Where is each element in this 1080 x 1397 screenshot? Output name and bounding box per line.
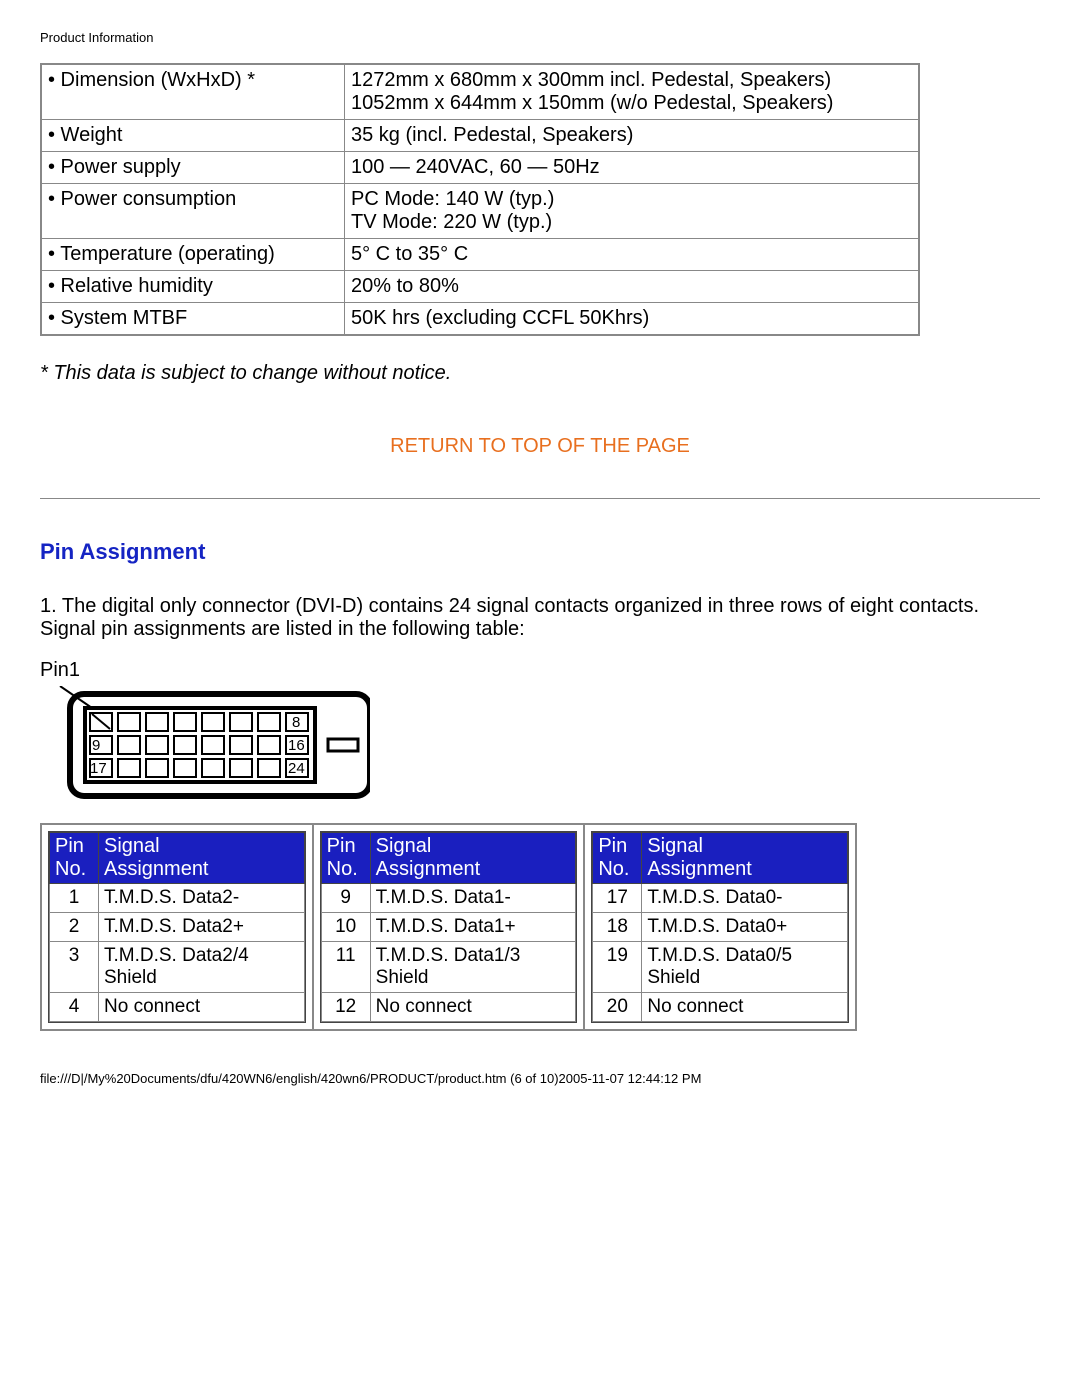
- pin-number: 1: [50, 884, 99, 913]
- spec-label: • Relative humidity: [41, 271, 345, 303]
- spec-value: 20% to 80%: [345, 271, 920, 303]
- spec-label: • Dimension (WxHxD) *: [41, 64, 345, 120]
- pin-assignment-intro: 1. The digital only connector (DVI-D) co…: [40, 595, 1040, 641]
- page-header: Product Information: [40, 30, 1040, 45]
- table-row: 12No connect: [321, 993, 576, 1022]
- pin-assignment-table: PinNo.SignalAssignment1T.M.D.S. Data2-2T…: [40, 823, 857, 1031]
- svg-text:24: 24: [288, 760, 305, 777]
- spec-label: • Weight: [41, 120, 345, 152]
- pin-number: 4: [50, 993, 99, 1022]
- pin-number: 18: [593, 913, 642, 942]
- pin-number: 17: [593, 884, 642, 913]
- return-to-top-link[interactable]: RETURN TO TOP OF THE PAGE: [40, 435, 1040, 458]
- pin-column: PinNo.SignalAssignment17T.M.D.S. Data0-1…: [585, 825, 855, 1029]
- table-row: 9T.M.D.S. Data1-: [321, 884, 576, 913]
- pin-no-header: PinNo.: [321, 833, 370, 884]
- pin-signal: T.M.D.S. Data1/3 Shield: [370, 942, 576, 993]
- table-row: 2T.M.D.S. Data2+: [50, 913, 305, 942]
- spec-label: • System MTBF: [41, 303, 345, 336]
- table-row: 20No connect: [593, 993, 848, 1022]
- svg-text:17: 17: [90, 760, 107, 777]
- pin-number: 10: [321, 913, 370, 942]
- pin-signal: T.M.D.S. Data0/5 Shield: [642, 942, 848, 993]
- table-row: • Power supply100 — 240VAC, 60 — 50Hz: [41, 152, 919, 184]
- spec-value: 35 kg (incl. Pedestal, Speakers): [345, 120, 920, 152]
- section-title: Pin Assignment: [40, 539, 1040, 565]
- pin-signal: No connect: [99, 993, 305, 1022]
- signal-assignment-header: SignalAssignment: [642, 833, 848, 884]
- table-row: • Weight35 kg (incl. Pedestal, Speakers): [41, 120, 919, 152]
- table-row: • Dimension (WxHxD) *1272mm x 680mm x 30…: [41, 64, 919, 120]
- pin-number: 3: [50, 942, 99, 993]
- pin-no-header: PinNo.: [593, 833, 642, 884]
- pin-signal: T.M.D.S. Data2/4 Shield: [99, 942, 305, 993]
- table-row: 11T.M.D.S. Data1/3 Shield: [321, 942, 576, 993]
- table-row: • Temperature (operating)5° C to 35° C: [41, 239, 919, 271]
- table-row: 17T.M.D.S. Data0-: [593, 884, 848, 913]
- pin-signal: No connect: [370, 993, 576, 1022]
- spec-label: • Power supply: [41, 152, 345, 184]
- table-row: • Power consumptionPC Mode: 140 W (typ.)…: [41, 184, 919, 239]
- pin-number: 2: [50, 913, 99, 942]
- spec-value: 1272mm x 680mm x 300mm incl. Pedestal, S…: [345, 64, 920, 120]
- divider: [40, 498, 1040, 499]
- pin-signal: T.M.D.S. Data2-: [99, 884, 305, 913]
- signal-assignment-header: SignalAssignment: [99, 833, 305, 884]
- signal-assignment-header: SignalAssignment: [370, 833, 576, 884]
- pin-signal: T.M.D.S. Data1-: [370, 884, 576, 913]
- pin-signal: T.M.D.S. Data1+: [370, 913, 576, 942]
- spec-value: PC Mode: 140 W (typ.) TV Mode: 220 W (ty…: [345, 184, 920, 239]
- pin-column: PinNo.SignalAssignment1T.M.D.S. Data2-2T…: [42, 825, 314, 1029]
- svg-text:16: 16: [288, 737, 305, 754]
- table-row: • System MTBF50K hrs (excluding CCFL 50K…: [41, 303, 919, 336]
- pin-signal: T.M.D.S. Data0+: [642, 913, 848, 942]
- spec-value: 100 — 240VAC, 60 — 50Hz: [345, 152, 920, 184]
- specs-table: • Dimension (WxHxD) *1272mm x 680mm x 30…: [40, 63, 920, 336]
- pin-column: PinNo.SignalAssignment9T.M.D.S. Data1-10…: [314, 825, 586, 1029]
- table-row: • Relative humidity20% to 80%: [41, 271, 919, 303]
- svg-text:8: 8: [292, 714, 300, 731]
- connector-diagram: Pin1 8 9 16 17 24: [40, 659, 1040, 801]
- dvi-connector-icon: 8 9 16 17 24: [40, 686, 370, 801]
- table-row: 1T.M.D.S. Data2-: [50, 884, 305, 913]
- pin1-label: Pin1: [40, 659, 1040, 682]
- pin-number: 19: [593, 942, 642, 993]
- spec-value: 50K hrs (excluding CCFL 50Khrs): [345, 303, 920, 336]
- table-row: 19T.M.D.S. Data0/5 Shield: [593, 942, 848, 993]
- spec-label: • Temperature (operating): [41, 239, 345, 271]
- pin-number: 9: [321, 884, 370, 913]
- svg-text:9: 9: [92, 737, 100, 754]
- spec-value: 5° C to 35° C: [345, 239, 920, 271]
- table-row: 18T.M.D.S. Data0+: [593, 913, 848, 942]
- pin-signal: T.M.D.S. Data0-: [642, 884, 848, 913]
- table-row: 4No connect: [50, 993, 305, 1022]
- pin-no-header: PinNo.: [50, 833, 99, 884]
- pin-number: 11: [321, 942, 370, 993]
- pin-number: 12: [321, 993, 370, 1022]
- spec-label: • Power consumption: [41, 184, 345, 239]
- table-row: 10T.M.D.S. Data1+: [321, 913, 576, 942]
- pin-signal: T.M.D.S. Data2+: [99, 913, 305, 942]
- pin-number: 20: [593, 993, 642, 1022]
- table-row: 3T.M.D.S. Data2/4 Shield: [50, 942, 305, 993]
- change-notice: * This data is subject to change without…: [40, 362, 1040, 385]
- page-footer: file:///D|/My%20Documents/dfu/420WN6/eng…: [40, 1071, 1040, 1086]
- pin-signal: No connect: [642, 993, 848, 1022]
